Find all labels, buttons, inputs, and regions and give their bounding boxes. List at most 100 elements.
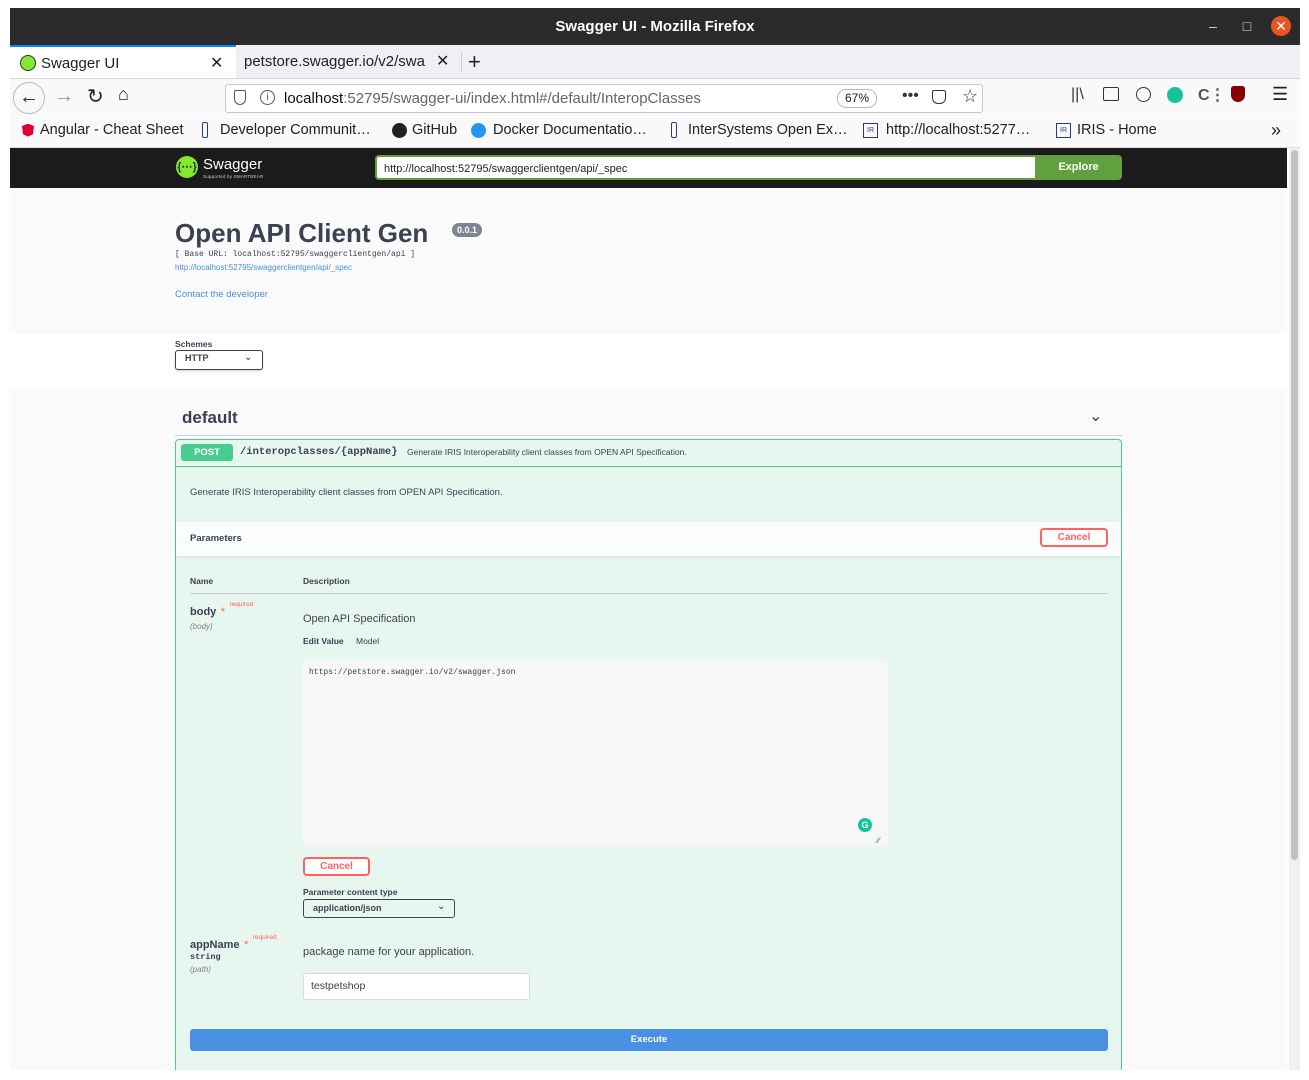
parameters-header: Parameters Cancel <box>176 522 1121 556</box>
reload-icon[interactable]: ↻ <box>87 84 104 109</box>
bookmark-localhost[interactable]: IR http://localhost:5277… <box>863 122 1030 138</box>
angular-icon <box>22 123 34 137</box>
intersystems-icon <box>202 122 208 139</box>
body-textarea-value: https://petstore.swagger.io/v2/swagger.j… <box>309 668 516 677</box>
schemes-label: Schemes <box>175 339 213 349</box>
api-title: Open API Client Gen <box>175 218 429 248</box>
operation-description: Generate IRIS Interoperability client cl… <box>190 487 503 498</box>
cancel-try-out-button[interactable]: Cancel <box>1040 528 1108 547</box>
iris-icon: IR <box>1056 122 1071 138</box>
param-appname-location: (path) <box>190 965 211 974</box>
param-appname-name: appName * required <box>190 934 277 951</box>
url-text[interactable]: localhost:52795/swagger-ui/index.html#/d… <box>284 90 701 107</box>
close-tab-icon[interactable]: ✕ <box>436 45 449 78</box>
tab-swagger-ui[interactable]: Swagger UI ✕ <box>10 45 236 78</box>
content-type-select[interactable]: application/json ⌄ <box>303 899 455 918</box>
body-textarea[interactable]: https://petstore.swagger.io/v2/swagger.j… <box>303 660 888 847</box>
forward-icon[interactable]: → <box>54 85 74 108</box>
resize-handle-icon[interactable]: ∕∕ <box>877 836 880 845</box>
body-cancel-button[interactable]: Cancel <box>303 857 370 876</box>
execute-button[interactable]: Execute <box>190 1029 1108 1051</box>
model-tab[interactable]: Model <box>356 636 379 646</box>
bookmarks-toolbar: Angular - Cheat Sheet Developer Communit… <box>10 117 1300 148</box>
bookmark-developer-community[interactable]: Developer Communit… <box>202 122 371 139</box>
bookmark-star-icon[interactable]: ☆ <box>962 86 978 107</box>
content-type-value: application/json <box>313 903 382 913</box>
column-description-header: Description <box>303 576 350 586</box>
base-url: [ Base URL: localhost:52795/swaggerclien… <box>175 250 416 259</box>
close-window-button[interactable]: ✕ <box>1271 16 1291 36</box>
chevron-down-icon: ⌄ <box>244 352 253 363</box>
appname-input-value: testpetshop <box>311 980 366 992</box>
operation-path: /interopclasses/{appName} <box>240 446 398 458</box>
column-name-header: Name <box>190 576 214 586</box>
version-badge: 0.0.1 <box>452 223 483 237</box>
close-tab-icon[interactable]: ✕ <box>210 47 223 80</box>
pocket-icon[interactable] <box>932 90 946 104</box>
account-icon[interactable] <box>1136 87 1151 102</box>
sidebar-icon[interactable] <box>1103 87 1119 101</box>
minimize-button[interactable]: – <box>1203 16 1223 36</box>
operation-post-interopclasses: POST /interopclasses/{appName} Generate … <box>175 439 1122 1070</box>
iris-icon: IR <box>863 122 878 138</box>
tab-label: petstore.swagger.io/v2/swa <box>244 53 425 70</box>
schemes-section: Schemes HTTP ⌄ <box>10 333 1287 389</box>
parameters-title: Parameters <box>190 533 242 544</box>
address-bar[interactable]: i localhost:52795/swagger-ui/index.html#… <box>225 84 983 113</box>
schemes-selected-value: HTTP <box>185 353 209 363</box>
bookmarks-overflow-icon[interactable]: » <box>1271 120 1281 141</box>
bookmark-github[interactable]: GitHub <box>392 122 457 138</box>
operation-summary: Generate IRIS Interoperability client cl… <box>407 447 687 457</box>
grammarly-extension-icon[interactable] <box>1167 87 1183 103</box>
operation-summary-bar[interactable]: POST /interopclasses/{appName} Generate … <box>176 440 1121 467</box>
param-appname-description: package name for your application. <box>303 946 475 958</box>
home-icon[interactable]: ⌂ <box>118 84 129 105</box>
window-title: Swagger UI - Mozilla Firefox <box>555 18 755 35</box>
docker-icon <box>471 122 486 138</box>
contact-link[interactable]: Contact the developer <box>175 289 268 300</box>
explore-button[interactable]: Explore <box>1035 155 1122 180</box>
required-label: required <box>229 601 254 608</box>
edit-value-tab[interactable]: Edit Value <box>303 636 344 646</box>
ublock-icon[interactable] <box>1231 86 1245 102</box>
swagger-brand-sub: Supported by SMARTBEAR <box>203 174 264 179</box>
chevron-down-icon: ⌄ <box>437 901 446 912</box>
back-icon[interactable]: ← <box>13 82 45 114</box>
content-type-label: Parameter content type <box>303 887 398 897</box>
new-tab-button[interactable]: + <box>468 45 481 78</box>
appname-input[interactable]: testpetshop <box>303 973 530 1000</box>
grammarly-icon[interactable]: G <box>858 818 872 832</box>
github-icon <box>392 122 407 138</box>
spec-link[interactable]: http://localhost:52795/swaggerclientgen/… <box>175 263 352 272</box>
param-body-location: (body) <box>190 622 213 631</box>
bookmark-docker[interactable]: Docker Documentatio… <box>471 122 647 138</box>
swagger-logo-icon: {⋯} <box>176 156 198 178</box>
bookmark-angular[interactable]: Angular - Cheat Sheet <box>22 122 183 138</box>
chevron-down-icon[interactable]: ⌄ <box>1089 406 1102 426</box>
tab-divider <box>461 52 462 72</box>
page-actions-icon[interactable]: ••• <box>902 87 919 105</box>
spec-url-input[interactable]: http://localhost:52795/swaggerclientgen/… <box>375 155 1035 180</box>
schemes-select[interactable]: HTTP ⌄ <box>175 350 263 370</box>
bookmark-intersystems-open-exchange[interactable]: InterSystems Open Ex… <box>671 122 848 139</box>
required-label: required <box>252 934 277 941</box>
scrollbar-thumb[interactable] <box>1291 150 1298 860</box>
method-badge: POST <box>181 444 233 461</box>
window-titlebar: Swagger UI - Mozilla Firefox – □ ✕ <box>10 8 1300 45</box>
intersystems-icon <box>671 122 677 139</box>
zoom-level[interactable]: 67% <box>837 89 878 108</box>
library-icon[interactable]: ||\ <box>1071 86 1084 104</box>
menu-icon[interactable]: ☰ <box>1272 84 1288 105</box>
tab-bar: Swagger UI ✕ petstore.swagger.io/v2/swa … <box>10 45 1300 79</box>
tab-label: Swagger UI <box>41 55 120 72</box>
tab-petstore[interactable]: petstore.swagger.io/v2/swa ✕ <box>236 45 466 78</box>
bookmark-iris-home[interactable]: IR IRIS - Home <box>1056 122 1157 138</box>
info-icon[interactable]: i <box>260 90 275 105</box>
param-appname-type: string <box>190 952 221 962</box>
shield-icon[interactable] <box>234 90 246 105</box>
extension-icon[interactable]: C⋮ <box>1198 85 1226 105</box>
maximize-button[interactable]: □ <box>1237 16 1257 36</box>
api-info: Open API Client Gen 0.0.1 [ Base URL: lo… <box>10 188 1287 333</box>
param-body-description: Open API Specification <box>303 613 416 625</box>
tag-title[interactable]: default <box>182 408 238 428</box>
